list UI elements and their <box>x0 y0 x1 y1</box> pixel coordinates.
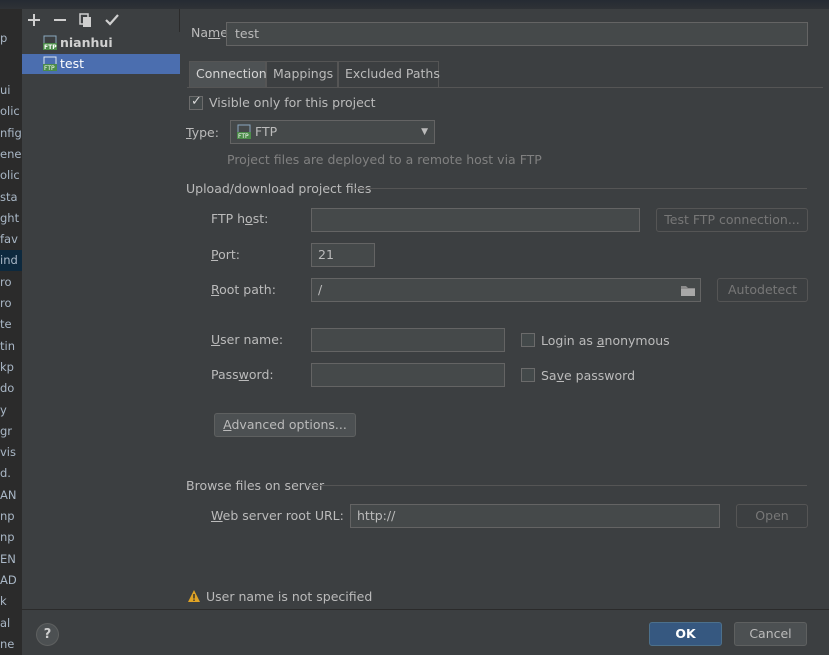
background-row: olic <box>0 104 20 119</box>
root-path-input[interactable]: / <box>311 278 701 302</box>
folder-icon[interactable] <box>680 282 696 304</box>
background-row: y <box>0 402 7 417</box>
warning-icon <box>187 589 201 603</box>
background-row: gr <box>0 423 13 438</box>
background-row: ght <box>0 210 20 225</box>
ftp-host-input[interactable] <box>311 208 640 232</box>
server-tree: FTP nianhui FTP test <box>22 32 180 610</box>
help-button[interactable]: ? <box>36 623 59 646</box>
background-window-strip: p ui olic nfig ene olic sta ght fav ind ro ro te tin k… <box>0 0 22 655</box>
ftp-host-label: FTP host: <box>211 211 269 226</box>
web-root-label: Web server root URL: <box>211 508 344 523</box>
background-row: kp <box>0 359 14 374</box>
ok-button[interactable]: OK <box>649 622 722 646</box>
open-button[interactable]: Open <box>736 504 808 528</box>
background-row: tin <box>0 338 15 353</box>
server-item-test[interactable]: FTP test <box>22 54 180 74</box>
background-row: do <box>0 381 15 396</box>
background-row: ui <box>0 83 11 97</box>
minus-icon[interactable] <box>51 11 69 29</box>
web-root-input[interactable]: http:// <box>350 504 720 528</box>
background-row: ro <box>0 296 12 310</box>
test-ftp-connection-button[interactable]: Test FTP connection... <box>656 208 808 232</box>
root-path-value: / <box>318 282 323 297</box>
server-list-panel: FTP nianhui FTP test <box>22 9 180 610</box>
footer-divider <box>22 609 829 610</box>
tab-mappings[interactable]: Mappings <box>266 61 338 87</box>
server-item-nianhui[interactable]: FTP nianhui <box>22 33 180 53</box>
visible-only-label: Visible only for this project <box>209 95 376 110</box>
dialog-top-edge <box>0 0 829 9</box>
save-password-label: Save password <box>541 368 636 383</box>
advanced-options-button[interactable]: Advanced options... <box>214 413 356 437</box>
svg-text:FTP: FTP <box>238 133 249 140</box>
tab-excluded-paths[interactable]: Excluded Paths <box>338 61 440 87</box>
upload-section-divider <box>353 188 807 189</box>
anonymous-label: Login as anonymous <box>541 333 670 348</box>
visible-only-checkbox[interactable] <box>189 94 203 110</box>
background-row: al <box>0 615 11 630</box>
cancel-button[interactable]: Cancel <box>734 622 807 646</box>
plus-icon[interactable] <box>25 11 43 29</box>
background-row: ro <box>0 274 12 289</box>
port-input[interactable]: 21 <box>311 243 375 267</box>
background-row: np <box>0 509 15 523</box>
server-item-label: nianhui <box>60 35 113 50</box>
ftp-icon: FTP <box>42 56 58 72</box>
ftp-icon: FTP <box>236 124 252 140</box>
background-row: ene <box>0 146 22 161</box>
server-list-toolbar <box>22 9 180 31</box>
browse-section-divider <box>306 485 807 486</box>
background-row: AD <box>0 572 17 587</box>
autodetect-button[interactable]: Autodetect <box>717 278 808 302</box>
background-row: AN <box>0 487 17 502</box>
user-name-label: User name: <box>211 332 284 347</box>
connection-tab-content: Visible only for this project Type: FTP … <box>181 88 829 608</box>
upload-section-title: Upload/download project files <box>186 181 372 196</box>
background-row: fav <box>0 232 18 247</box>
name-input[interactable]: test <box>226 22 808 46</box>
warning-message: User name is not specified <box>206 589 373 604</box>
password-input[interactable] <box>311 363 505 387</box>
type-label: Type: <box>186 125 219 140</box>
background-row: k <box>0 594 7 609</box>
password-label: Password: <box>211 367 274 382</box>
background-row: te <box>0 317 12 332</box>
anonymous-checkbox[interactable] <box>521 333 535 347</box>
background-row: np <box>0 530 15 545</box>
browse-section-title: Browse files on server <box>186 478 325 493</box>
server-item-label: test <box>60 56 85 71</box>
background-row: nfig <box>0 125 22 140</box>
ftp-icon: FTP <box>42 35 58 51</box>
user-name-input[interactable] <box>311 328 505 352</box>
background-row: vis <box>0 445 16 460</box>
port-label: Port: <box>211 247 240 262</box>
background-row: p <box>0 31 8 45</box>
background-row: sta <box>0 189 18 204</box>
chevron-down-icon: ▼ <box>421 127 428 137</box>
background-row: d. <box>0 466 11 481</box>
check-icon[interactable] <box>103 11 121 29</box>
save-password-checkbox[interactable] <box>521 368 535 382</box>
svg-text:FTP: FTP <box>44 44 57 51</box>
copy-icon[interactable] <box>77 11 95 29</box>
root-path-label: Root path: <box>211 282 276 297</box>
background-row: ind <box>0 250 22 272</box>
svg-text:FTP: FTP <box>44 65 55 72</box>
background-row: ne <box>0 636 15 651</box>
type-select-value: FTP <box>255 124 278 139</box>
background-row: EN <box>0 551 16 566</box>
tab-connection[interactable]: Connection <box>189 61 267 87</box>
type-select[interactable]: FTP FTP ▼ <box>230 120 435 144</box>
server-settings-panel: Name: test Connection Mappings Excluded … <box>181 9 829 610</box>
type-hint: Project files are deployed to a remote h… <box>227 152 542 167</box>
background-row: olic <box>0 168 20 183</box>
